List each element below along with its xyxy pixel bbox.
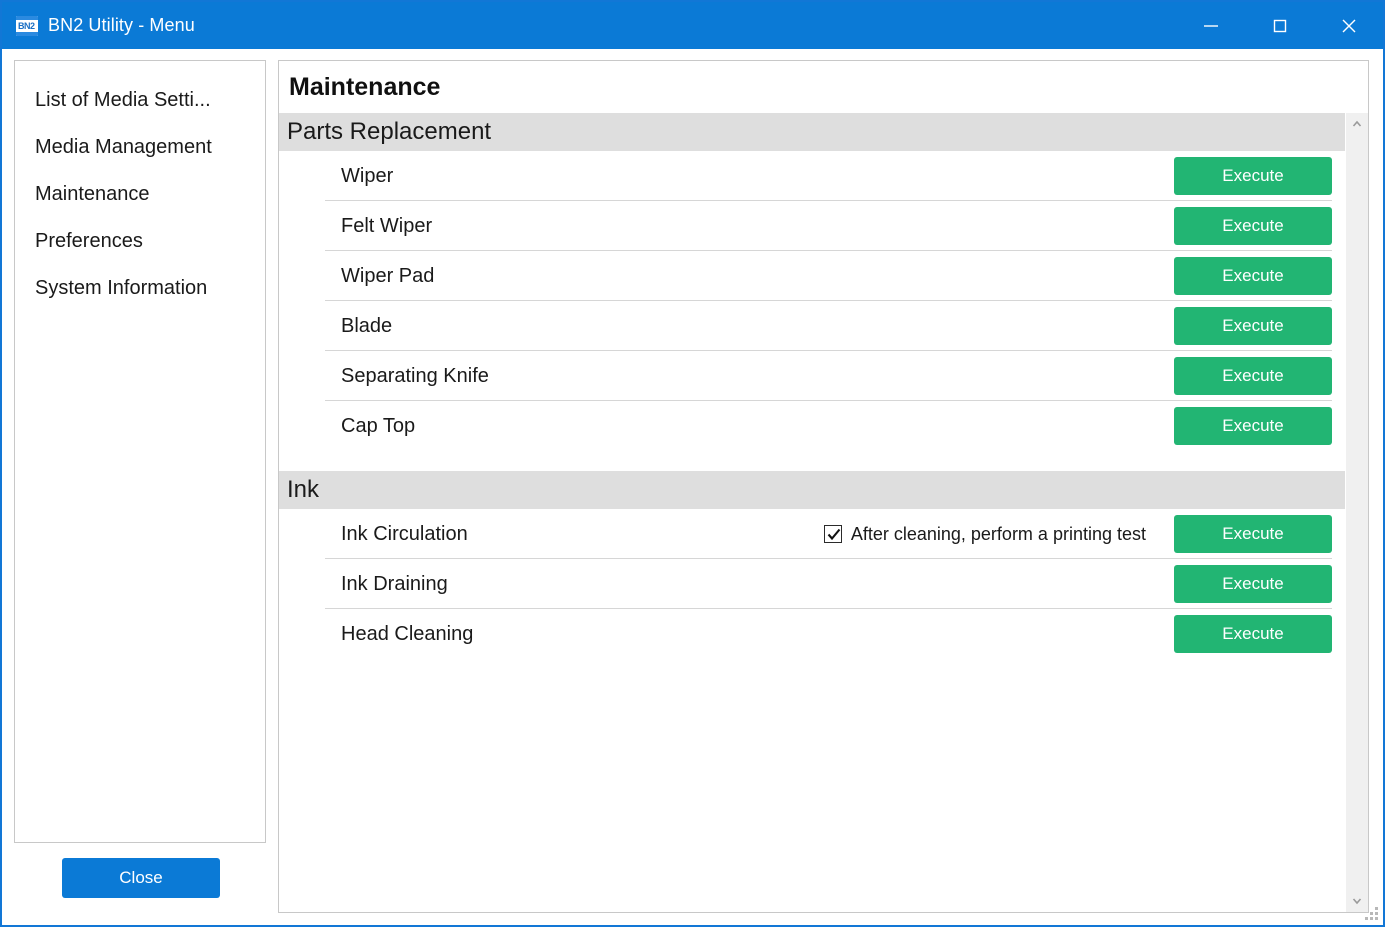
row-label: Cap Top <box>341 414 416 437</box>
execute-button-wiper[interactable]: Execute <box>1174 157 1332 195</box>
sidebar-item-preferences[interactable]: Preferences <box>15 218 265 265</box>
minimize-icon[interactable] <box>1176 2 1245 49</box>
checkbox-checked-icon[interactable] <box>823 525 842 543</box>
table-row: Ink Draining Execute <box>279 559 1345 609</box>
maintenance-list: Parts Replacement Wiper Execute Felt Wip… <box>279 113 1345 912</box>
table-row: Blade Execute <box>279 301 1345 351</box>
table-row: Wiper Execute <box>279 151 1345 201</box>
row-label: Wiper <box>341 164 394 187</box>
scrollbar-track[interactable] <box>1346 135 1368 890</box>
vertical-scrollbar[interactable] <box>1345 113 1368 912</box>
sidebar-item-list-of-media-settings[interactable]: List of Media Setti... <box>15 77 265 124</box>
printing-test-checkbox-row[interactable]: After cleaning, perform a printing test <box>823 523 1146 545</box>
table-row: Wiper Pad Execute <box>279 251 1345 301</box>
execute-button-blade[interactable]: Execute <box>1174 307 1332 345</box>
row-label: Felt Wiper <box>341 214 433 237</box>
main-panel: Maintenance Parts Replacement Wiper Exec… <box>278 60 1369 913</box>
execute-button-separating-knife[interactable]: Execute <box>1174 357 1332 395</box>
window-title: BN2 Utility - Menu <box>48 15 195 35</box>
sidebar-item-media-management[interactable]: Media Management <box>15 124 265 171</box>
sidebar-item-label: Maintenance <box>35 183 150 205</box>
group-divider <box>279 451 1345 471</box>
app-logo-icon: BN2 <box>16 15 38 36</box>
resize-grip-icon[interactable] <box>1364 906 1378 920</box>
execute-button-cap-top[interactable]: Execute <box>1174 407 1332 445</box>
chevron-up-icon[interactable] <box>1346 113 1368 135</box>
group-header-ink: Ink <box>279 471 1345 509</box>
table-row: Felt Wiper Execute <box>279 201 1345 251</box>
execute-button-ink-circulation[interactable]: Execute <box>1174 515 1332 553</box>
execute-button-ink-draining[interactable]: Execute <box>1174 565 1332 603</box>
maximize-icon[interactable] <box>1245 2 1314 49</box>
execute-button-felt-wiper[interactable]: Execute <box>1174 207 1332 245</box>
app-window: BN2 BN2 Utility - Menu List of Media Set… <box>0 0 1385 927</box>
execute-button-wiper-pad[interactable]: Execute <box>1174 257 1332 295</box>
group-header-label: Ink <box>287 476 320 503</box>
page-title: Maintenance <box>279 61 1368 113</box>
close-icon[interactable] <box>1314 2 1383 49</box>
sidebar-item-maintenance[interactable]: Maintenance <box>15 171 265 218</box>
table-row: Cap Top Execute <box>279 401 1345 451</box>
execute-button-head-cleaning[interactable]: Execute <box>1174 615 1332 653</box>
close-button[interactable]: Close <box>62 858 220 898</box>
panel-scroll-area: Parts Replacement Wiper Execute Felt Wip… <box>279 113 1368 912</box>
sidebar-item-label: List of Media Setti... <box>35 89 211 111</box>
table-row: Ink Circulation After cleaning, perform … <box>279 509 1345 559</box>
checkbox-label: After cleaning, perform a printing test <box>850 523 1146 544</box>
sidebar-region: List of Media Setti... Media Management … <box>14 60 266 913</box>
row-label: Ink Circulation <box>341 522 468 545</box>
row-label: Separating Knife <box>341 364 489 387</box>
sidebar-item-system-information[interactable]: System Information <box>15 265 265 312</box>
row-label: Wiper Pad <box>341 264 435 287</box>
row-label: Ink Draining <box>341 572 448 595</box>
window-body: List of Media Setti... Media Management … <box>2 49 1383 925</box>
table-row: Head Cleaning Execute <box>279 609 1345 659</box>
sidebar-item-label: Preferences <box>35 230 143 252</box>
group-header-label: Parts Replacement <box>287 118 492 145</box>
sidebar-item-label: Media Management <box>35 136 212 158</box>
group-header-parts-replacement: Parts Replacement <box>279 113 1345 151</box>
title-bar[interactable]: BN2 BN2 Utility - Menu <box>2 2 1383 49</box>
row-label: Head Cleaning <box>341 622 474 645</box>
sidebar-nav: List of Media Setti... Media Management … <box>14 60 266 843</box>
sidebar-item-label: System Information <box>35 277 208 299</box>
close-button-area: Close <box>14 843 266 913</box>
window-controls <box>1176 2 1383 49</box>
row-label: Blade <box>341 314 393 337</box>
table-row: Separating Knife Execute <box>279 351 1345 401</box>
